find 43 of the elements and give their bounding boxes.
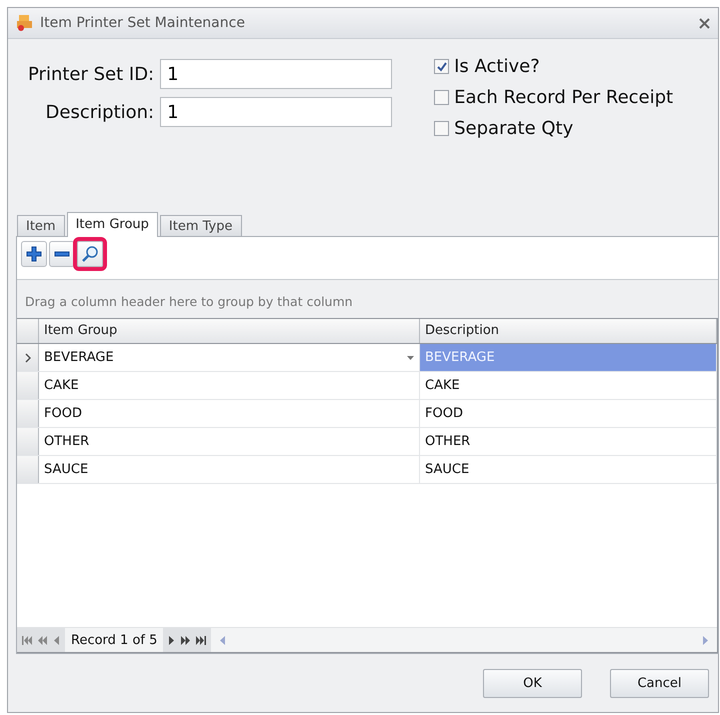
previous-page-icon[interactable] bbox=[38, 636, 47, 644]
text-field[interactable]: 1 bbox=[160, 97, 392, 127]
row-indicator[interactable] bbox=[17, 428, 39, 455]
checkbox[interactable] bbox=[434, 121, 450, 136]
checkbox-label: Each Record Per Receipt bbox=[454, 87, 674, 108]
record-counter: Record 1 of 5 bbox=[70, 632, 158, 648]
checkbox-label: Separate Qty bbox=[454, 118, 574, 139]
printer-icon bbox=[16, 14, 34, 32]
previous-icon[interactable] bbox=[53, 636, 60, 644]
field-label: Description: bbox=[44, 102, 154, 122]
text-field[interactable]: 1 bbox=[160, 59, 392, 89]
toolbar-button[interactable] bbox=[21, 241, 47, 267]
column-header[interactable]: Description bbox=[420, 319, 717, 343]
row-indicator[interactable] bbox=[17, 372, 39, 399]
dialog-button[interactable]: Cancel bbox=[610, 668, 709, 698]
plus-icon bbox=[26, 246, 42, 262]
next-page-icon[interactable] bbox=[181, 636, 190, 644]
dropdown-icon[interactable] bbox=[407, 356, 414, 360]
scroll-right-icon[interactable] bbox=[702, 636, 709, 644]
table-cell: BEVERAGE bbox=[420, 344, 717, 371]
checkbox[interactable] bbox=[434, 59, 450, 74]
next-icon[interactable] bbox=[168, 636, 176, 644]
checkbox-label: Is Active? bbox=[454, 56, 540, 77]
toolbar-button[interactable] bbox=[49, 241, 75, 267]
window-title: Item Printer Set Maintenance bbox=[40, 15, 246, 31]
search-icon bbox=[81, 245, 99, 263]
row-indicator[interactable] bbox=[17, 344, 39, 371]
first-icon[interactable] bbox=[22, 636, 32, 644]
last-icon[interactable] bbox=[196, 636, 206, 644]
column-header[interactable]: Item Group bbox=[39, 319, 420, 343]
chevron-icon bbox=[24, 352, 30, 362]
field-label: Printer Set ID: bbox=[28, 64, 154, 84]
checkbox[interactable] bbox=[434, 90, 450, 105]
scroll-left-icon[interactable] bbox=[219, 636, 226, 644]
dialog-button[interactable]: OK bbox=[483, 668, 582, 698]
group-panel-hint: Drag a column header here to group by that column bbox=[24, 293, 354, 311]
minus-icon bbox=[54, 251, 70, 257]
row-indicator[interactable] bbox=[17, 400, 39, 427]
tab[interactable]: Item bbox=[17, 215, 65, 237]
row-indicator[interactable] bbox=[17, 456, 39, 483]
close-icon[interactable] bbox=[699, 18, 710, 28]
tab[interactable]: Item Group bbox=[66, 212, 158, 237]
tab[interactable]: Item Type bbox=[160, 215, 242, 237]
